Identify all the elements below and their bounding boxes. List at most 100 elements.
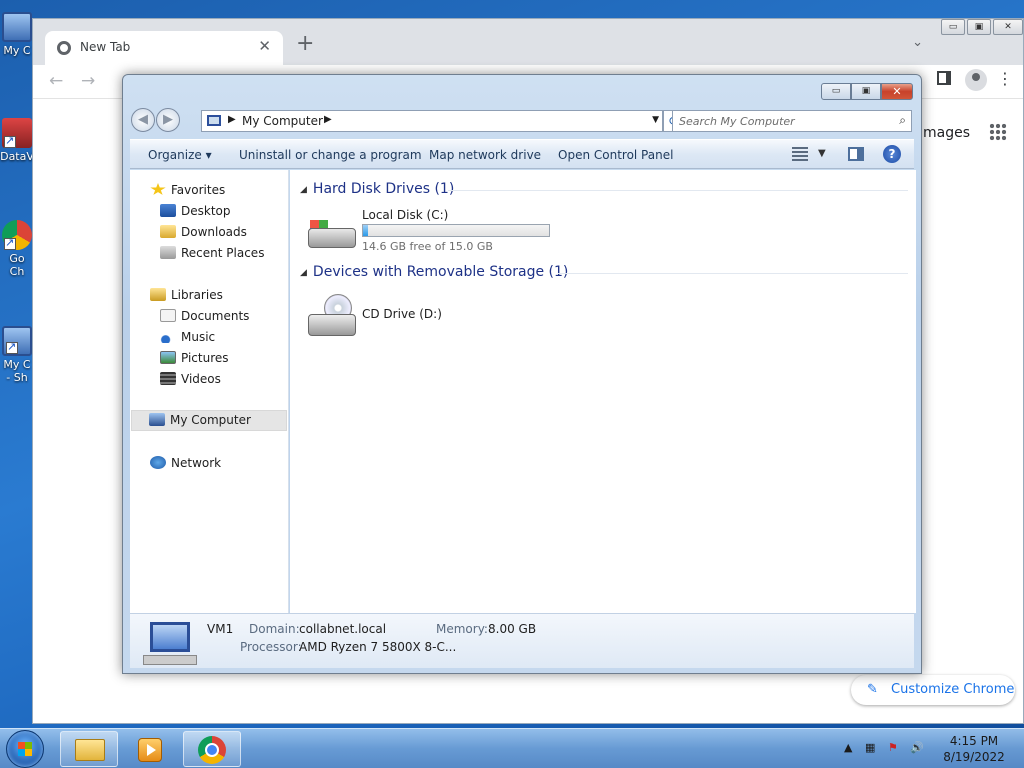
media-player-icon xyxy=(138,738,162,762)
desktop-icon-my-computer-shortcut[interactable]: My C - Sh xyxy=(0,326,34,384)
nav-label: Pictures xyxy=(181,351,229,365)
desktop-icon-datav[interactable]: DataV xyxy=(0,118,34,163)
nav-music[interactable]: Music xyxy=(160,330,215,344)
desktop-icon-label: My C xyxy=(3,44,31,57)
taskbar-media-player-button[interactable] xyxy=(121,731,179,767)
my-computer-icon xyxy=(2,12,32,42)
chrome-menu-icon[interactable]: ⋮ xyxy=(997,69,1013,88)
clock-time: 4:15 PM xyxy=(949,734,999,748)
images-link[interactable]: mages xyxy=(923,125,970,141)
view-options-dropdown-icon[interactable]: ▼ xyxy=(818,148,826,159)
computer-icon xyxy=(143,622,197,665)
nav-label: Libraries xyxy=(171,288,223,302)
search-icon[interactable]: ⌕ xyxy=(899,113,906,128)
action-center-flag-icon[interactable]: ⚑ xyxy=(888,741,898,754)
taskbar-explorer-button[interactable] xyxy=(60,731,118,767)
shortcut-icon xyxy=(2,118,32,148)
chrome-tab-new-tab[interactable]: New Tab ✕ xyxy=(45,31,283,65)
search-input[interactable] xyxy=(673,111,883,131)
customize-chrome-label: Customize Chrome xyxy=(891,682,1015,697)
breadcrumb-separator-icon[interactable]: ▶ xyxy=(228,114,236,125)
computer-name: VM1 xyxy=(207,622,234,636)
show-hidden-icons-icon[interactable]: ▲ xyxy=(844,741,852,754)
nav-libraries[interactable]: Libraries xyxy=(150,288,223,302)
chrome-tabstrip: New Tab ✕ + ⌄ ▭ ▣ ✕ xyxy=(33,19,1023,65)
minimize-button[interactable]: ▭ xyxy=(941,19,965,35)
group-divider xyxy=(558,273,908,274)
network-status-icon[interactable]: ▦ xyxy=(865,741,875,754)
drive-name: CD Drive (D:) xyxy=(362,307,442,321)
explorer-maximize-button[interactable]: ▣ xyxy=(851,83,881,100)
side-panel-icon[interactable] xyxy=(937,71,951,85)
chrome-favicon-icon xyxy=(57,41,71,55)
nav-videos[interactable]: Videos xyxy=(160,372,221,386)
breadcrumb-separator-icon[interactable]: ▶ xyxy=(324,114,332,125)
recent-places-icon xyxy=(160,246,176,259)
start-button[interactable] xyxy=(6,730,44,768)
chrome-window-controls: ▭ ▣ ✕ xyxy=(939,19,1023,35)
address-bar[interactable]: ▶ My Computer ▶ ▼ xyxy=(201,110,663,132)
nav-label: Network xyxy=(171,456,222,470)
group-header-removable-storage[interactable]: ◢ Devices with Removable Storage (1) xyxy=(300,264,568,280)
desktop-icon-my-computer[interactable]: My C xyxy=(0,12,34,57)
back-button[interactable]: ◀ xyxy=(131,108,155,132)
taskbar: ▲ ▦ ⚑ 🔊 4:15 PM 8/19/2022 xyxy=(0,728,1024,768)
profile-icon[interactable] xyxy=(965,69,987,91)
back-button[interactable]: ← xyxy=(49,71,63,91)
nav-recent-places[interactable]: Recent Places xyxy=(160,246,264,260)
collapse-triangle-icon[interactable]: ◢ xyxy=(300,185,307,195)
help-icon[interactable]: ? xyxy=(883,145,901,163)
preview-pane-icon[interactable] xyxy=(848,147,864,161)
volume-icon[interactable]: 🔊 xyxy=(910,741,924,754)
desktop-icon-google-chrome[interactable]: Go Ch xyxy=(0,220,34,278)
group-header-hard-disk-drives[interactable]: ◢ Hard Disk Drives (1) xyxy=(300,181,454,197)
google-apps-icon[interactable] xyxy=(989,123,1007,141)
close-button[interactable]: ✕ xyxy=(993,19,1023,35)
forward-button[interactable]: → xyxy=(81,71,95,91)
nav-documents[interactable]: Documents xyxy=(160,309,249,323)
explorer-caption-buttons: ▭ ▣ ✕ xyxy=(821,83,913,100)
address-dropdown-icon[interactable]: ▼ xyxy=(652,115,659,125)
new-tab-button[interactable]: + xyxy=(296,33,314,55)
explorer-minimize-button[interactable]: ▭ xyxy=(821,83,851,100)
group-title: Hard Disk Drives (1) xyxy=(312,181,455,197)
explorer-navigation-row: ◀▶ ▶ My Computer ▶ ▼ ⟳ ⌕ xyxy=(131,106,913,134)
memory-value: 8.00 GB xyxy=(488,622,537,636)
customize-chrome-button[interactable]: ✎ Customize Chrome xyxy=(851,675,1015,705)
map-network-drive-button[interactable]: Map network drive xyxy=(429,148,541,162)
nav-pictures[interactable]: Pictures xyxy=(160,351,229,365)
disk-usage-bar xyxy=(362,224,550,237)
memory-label: Memory: xyxy=(436,622,488,636)
breadcrumb-my-computer[interactable]: My Computer xyxy=(242,114,323,128)
network-icon xyxy=(150,456,166,469)
tab-close-icon[interactable]: ✕ xyxy=(258,37,271,55)
nav-favorites[interactable]: Favorites xyxy=(150,183,225,197)
taskbar-chrome-button[interactable] xyxy=(183,731,241,767)
maximize-button[interactable]: ▣ xyxy=(967,19,991,35)
pencil-icon: ✎ xyxy=(867,682,878,697)
explorer-window: ▭ ▣ ✕ ◀▶ ▶ My Computer ▶ ▼ ⟳ ⌕ Organize … xyxy=(122,74,922,674)
nav-label: Downloads xyxy=(181,225,247,239)
change-view-icon[interactable] xyxy=(792,147,808,161)
folder-icon xyxy=(75,739,105,761)
desktop-icon-label: My C - Sh xyxy=(3,358,31,384)
open-control-panel-button[interactable]: Open Control Panel xyxy=(558,148,673,162)
nav-my-computer[interactable]: My Computer xyxy=(131,410,287,431)
nav-downloads[interactable]: Downloads xyxy=(160,225,247,239)
forward-button[interactable]: ▶ xyxy=(156,108,180,132)
nav-desktop[interactable]: Desktop xyxy=(160,204,231,218)
clock-date: 8/19/2022 xyxy=(943,750,1005,764)
system-tray: ▲ ▦ ⚑ 🔊 xyxy=(844,741,933,754)
explorer-close-button[interactable]: ✕ xyxy=(881,83,913,100)
drive-free-space: 14.6 GB free of 15.0 GB xyxy=(362,240,493,253)
uninstall-program-button[interactable]: Uninstall or change a program xyxy=(239,148,422,162)
cd-drive-icon xyxy=(308,294,356,338)
collapse-triangle-icon[interactable]: ◢ xyxy=(300,268,307,278)
details-pane: VM1 Domain: collabnet.local Memory: 8.00… xyxy=(130,613,914,668)
nav-network[interactable]: Network xyxy=(150,456,221,470)
processor-value: AMD Ryzen 7 5800X 8-C... xyxy=(299,640,457,654)
clock[interactable]: 4:15 PM 8/19/2022 xyxy=(938,733,1010,765)
tab-search-icon[interactable]: ⌄ xyxy=(912,35,923,50)
organize-button[interactable]: Organize ▾ xyxy=(148,148,212,162)
nav-label: Documents xyxy=(181,309,250,323)
